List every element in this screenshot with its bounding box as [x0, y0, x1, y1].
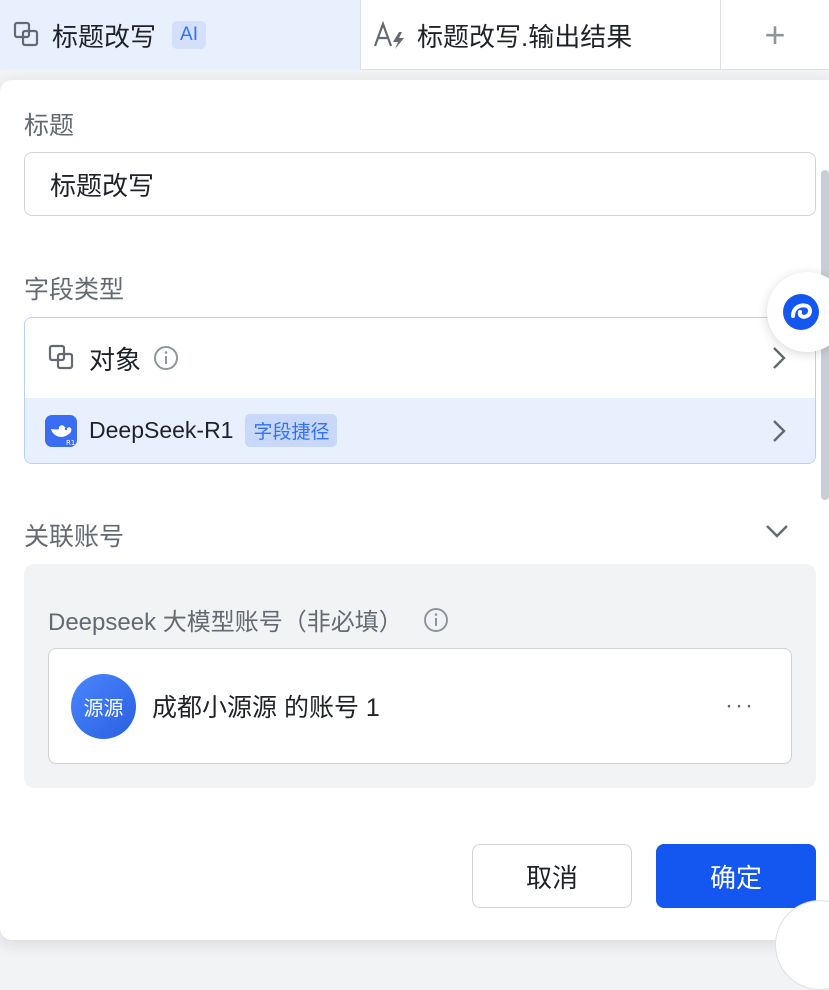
account-name: 成都小源源 的账号 1 — [152, 694, 380, 722]
account-sub-label-row: Deepseek 大模型账号（非必填） — [48, 602, 449, 637]
formula-icon — [373, 20, 407, 50]
account-sub-label: Deepseek 大模型账号（非必填） — [48, 609, 403, 636]
add-column-button[interactable]: + — [721, 0, 829, 70]
field-shortcut-option[interactable]: R1 DeepSeek-R1 字段捷径 — [25, 398, 815, 463]
column-header-output[interactable]: 标题改写.输出结果 — [361, 0, 721, 70]
column-header-title-rewrite[interactable]: 标题改写 AI — [0, 0, 361, 70]
field-editor-panel: 标题 标题改写 字段类型 对象 R1 DeepSeek-R1 字段捷径 关联账号… — [0, 80, 829, 940]
field-type-label: 字段类型 — [24, 276, 125, 304]
deepseek-logo-icon: R1 — [45, 414, 77, 447]
confirm-button[interactable]: 确定 — [656, 844, 816, 908]
object-field-icon — [12, 20, 42, 50]
linked-account-card: Deepseek 大模型账号（非必填） 源源 成都小源源 的账号 1 ··· — [24, 564, 816, 788]
svg-text:R1: R1 — [66, 439, 75, 447]
assistant-icon — [781, 292, 821, 332]
field-type-selector: 对象 R1 DeepSeek-R1 字段捷径 — [24, 317, 816, 464]
account-selector[interactable]: 源源 成都小源源 的账号 1 ··· — [48, 648, 792, 764]
field-type-value: 对象 — [89, 344, 142, 375]
field-type-option[interactable]: 对象 — [25, 318, 815, 398]
shortcut-tag: 字段捷径 — [245, 414, 338, 447]
column-title: 标题改写 — [52, 21, 157, 52]
info-icon[interactable] — [423, 607, 449, 633]
more-icon[interactable]: ··· — [725, 692, 755, 720]
avatar: 源源 — [71, 673, 136, 739]
object-field-icon — [47, 343, 77, 373]
chevron-down-icon[interactable] — [764, 522, 790, 540]
info-icon[interactable] — [153, 345, 179, 371]
title-label: 标题 — [24, 112, 75, 140]
column-title-output: 标题改写.输出结果 — [417, 21, 633, 52]
linked-account-label: 关联账号 — [24, 523, 125, 551]
table-header: 标题改写 AI 标题改写.输出结果 + — [0, 0, 829, 70]
title-input[interactable]: 标题改写 — [24, 152, 816, 216]
chevron-right-icon — [771, 345, 787, 371]
plus-icon: + — [764, 14, 786, 55]
ai-badge: AI — [172, 21, 206, 49]
shortcut-name: DeepSeek-R1 — [89, 417, 234, 443]
cancel-button[interactable]: 取消 — [472, 844, 632, 908]
chevron-right-icon — [771, 418, 787, 444]
